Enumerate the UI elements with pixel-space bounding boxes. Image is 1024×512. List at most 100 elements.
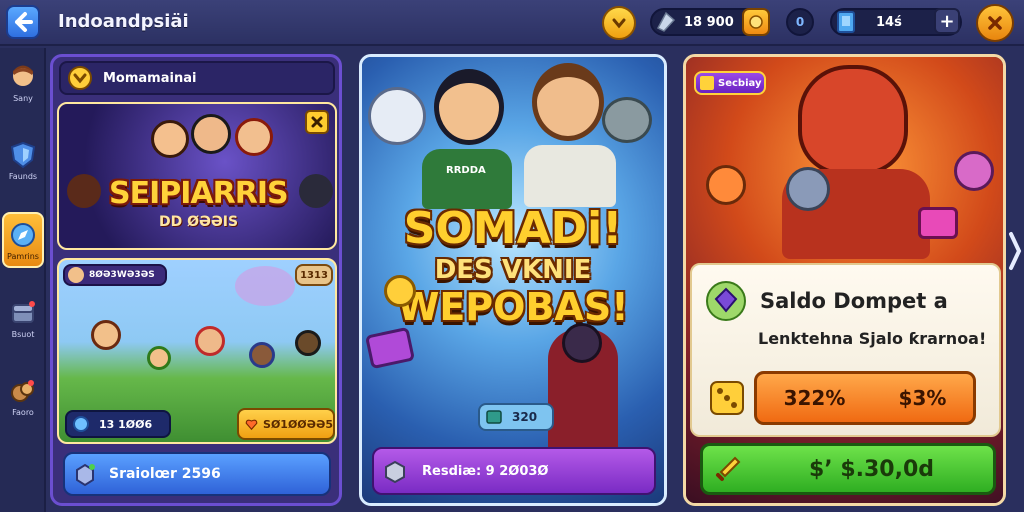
card-price-button[interactable]: SØ1ØØƏƏ5: [237, 408, 335, 440]
currency-tokens-value: 0: [795, 15, 805, 29]
villain-figure: [299, 174, 333, 208]
plus-icon: +: [939, 10, 955, 32]
dice-icon: [710, 381, 744, 415]
discount-right-value: $3%: [898, 386, 947, 410]
currency-tokens-chip: 0: [786, 8, 814, 36]
sidebar-item-pamrins[interactable]: Pamrins: [2, 212, 44, 268]
stone-golem: [786, 167, 830, 211]
middle-stat-pill: 320: [478, 403, 554, 431]
card-stack-icon: [486, 410, 502, 424]
sidebar-item-label: Faoro: [12, 407, 34, 417]
top-bar: Indoandpsiäi 18 900 0 14ś +: [0, 0, 1024, 46]
hero-figure: [235, 118, 273, 156]
back-button[interactable]: [6, 5, 40, 39]
sidebar-item-faoro[interactable]: Faoro: [2, 368, 44, 424]
villain-head: [562, 323, 602, 363]
runner-figure: [91, 320, 121, 350]
chest-icon: [12, 300, 35, 323]
middle-panel[interactable]: RRDDA SOMADi! DES VKNIE WEPOBAS! 320 Res…: [359, 54, 667, 506]
gem-badge-icon: [706, 281, 746, 321]
next-page-arrow[interactable]: [1008, 226, 1022, 276]
villain-figure: [67, 174, 101, 208]
sidebar-item-label: Sany: [13, 93, 33, 103]
card-stat-value: 13 1ØØ6: [99, 417, 153, 431]
left-panel-action-button[interactable]: Sraiolœr 2596: [63, 452, 331, 496]
runner-figure: [249, 342, 275, 368]
sword-icon: [716, 456, 741, 481]
left-panel: Momamainai SEIPIARRIS DD ØƏƏIS 8ØƏ3WƏ3ƏS…: [50, 54, 342, 506]
sidebar-item-faunds[interactable]: Faunds: [2, 132, 44, 188]
game-card-seipiarris[interactable]: SEIPIARRIS DD ØƏƏIS: [57, 102, 337, 250]
offer-title: Saldo Dompet a: [760, 289, 948, 313]
card-badge: 8ØƏ3WƏ3ƏS: [63, 264, 167, 286]
add-gems-button[interactable]: [742, 8, 770, 36]
discount-left-value: 322%: [783, 386, 846, 410]
left-panel-action-label: Sraiolœr 2596: [109, 466, 221, 482]
hero-avatar-icon: [13, 65, 33, 86]
card-price-value: SØ1ØØƏƏ5: [263, 417, 333, 431]
purple-hero: [954, 151, 994, 191]
runner-figure: [195, 326, 225, 356]
demon-boss: [798, 65, 908, 175]
close-icon: [988, 16, 1002, 30]
offer-card: Saldo Dompet a Lenktehna Sjalo ƙrarnoa! …: [690, 263, 1001, 437]
sidebar-item-label: Pamrins: [7, 251, 39, 261]
close-card-button[interactable]: [305, 110, 329, 134]
offer-subtitle: Lenktehna Sjalo ƙrarnoa!: [758, 329, 987, 348]
crystal-icon: [656, 11, 676, 32]
sidebar-item-label: Faunds: [8, 171, 38, 181]
chevron-badge-icon: [68, 66, 92, 90]
dragon-creature: [235, 266, 295, 306]
avatar: [68, 267, 84, 283]
pink-gem: [918, 207, 958, 239]
shield-icon: [10, 141, 36, 168]
offer-tag-text: Secbiay: [718, 77, 762, 89]
runner-figure: [295, 330, 321, 356]
left-panel-header: Momamainai: [59, 61, 335, 95]
right-panel: Secbiay Saldo Dompet a Lenktehna Sjalo ƙ…: [683, 54, 1006, 506]
add-cards-button[interactable]: +: [934, 8, 960, 34]
hero-boy-right-body: [524, 145, 616, 207]
sidebar-item-sany[interactable]: Sany: [2, 54, 44, 110]
offer-tag-icon: [700, 76, 714, 90]
currency-gems-value: 18 900: [684, 14, 734, 30]
wolf-pet: [602, 97, 652, 143]
card-corner-badge: 1313: [295, 264, 333, 286]
left-panel-title: Momamainai: [103, 70, 197, 86]
orange-hero: [706, 165, 746, 205]
heart-gem-icon: [245, 419, 258, 431]
game-card-runners[interactable]: 8ØƏ3WƏ3ƏS 1313 13 1ØØ6 SØ1ØØƏƏ5: [57, 258, 337, 444]
currency-cards-value: 14ś: [876, 14, 902, 30]
buy-button-label: $’ $.30,0d: [809, 456, 935, 482]
gift-icon: [11, 379, 34, 402]
cat-creature: [368, 87, 426, 145]
buy-button[interactable]: $’ $.30,0d: [700, 443, 996, 495]
card-stat-pill: 13 1ØØ6: [65, 410, 171, 438]
hero-boy-left: [434, 69, 504, 145]
runner-figure: [147, 346, 171, 370]
gift-box-icon: [76, 463, 95, 487]
game-subtitle: DD ØƏƏIS: [159, 214, 239, 230]
chevron-down-icon: [612, 18, 626, 29]
game-title: SEIPIARRIS: [109, 176, 289, 211]
discount-button[interactable]: 322% $3%: [754, 371, 976, 425]
sidebar-item-bsuot[interactable]: Bsuot: [2, 290, 44, 346]
coin-shield-button[interactable]: [602, 6, 636, 40]
card-badge-text: 8ØƏ3WƏ3ƏS: [89, 270, 155, 280]
gold-coin: [384, 275, 416, 307]
offer-tag: Secbiay: [694, 71, 766, 95]
card-pack-icon: [837, 11, 855, 33]
chevron-right-icon: [1009, 232, 1022, 270]
close-button[interactable]: [976, 4, 1014, 42]
shirt-text: RRDDA: [446, 165, 486, 176]
promo-title-line1: SOMADi!: [403, 203, 623, 254]
middle-action-button[interactable]: Resdiæ: 9 2Ø03Ø: [372, 447, 656, 495]
middle-action-label: Resdiæ: 9 2Ø03Ø: [422, 463, 549, 479]
middle-stat-value: 320: [512, 410, 538, 424]
close-icon: [311, 116, 323, 128]
hero-boy-left-body: [422, 149, 512, 209]
sidebar-item-label: Bsuot: [11, 329, 35, 339]
sidebar: Sany Faunds Pamrins Bsuot Faoro: [0, 48, 46, 512]
hero-figure: [151, 120, 189, 158]
card-corner-text: 1313: [300, 269, 328, 281]
